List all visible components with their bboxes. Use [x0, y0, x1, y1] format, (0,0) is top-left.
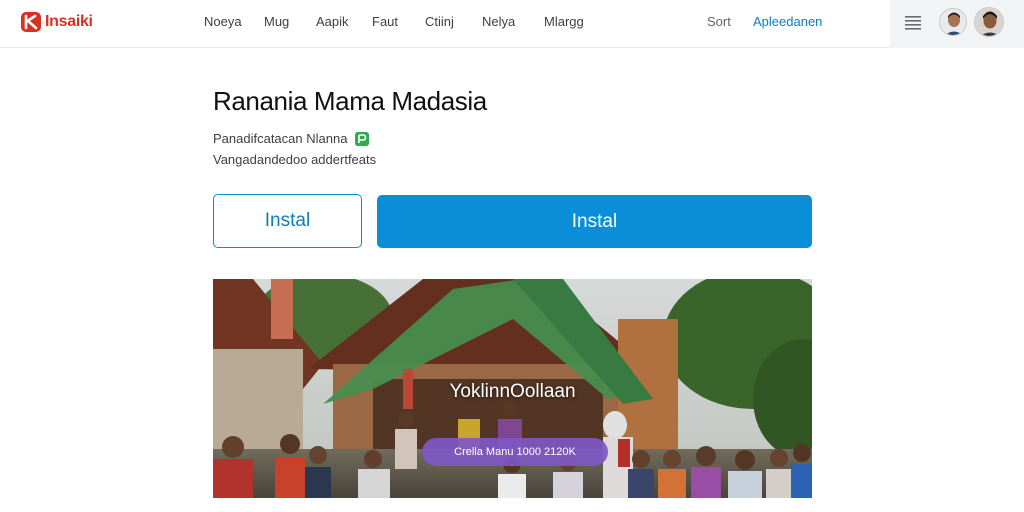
banner-pill[interactable]: Crella Manu 1000 2120K — [422, 438, 608, 466]
nav-item-5[interactable]: Ctiinj — [425, 14, 454, 29]
account-link[interactable]: Apleedanen — [753, 14, 822, 29]
page-title: Ranania Mama Madasia — [213, 86, 487, 116]
nav-item-4[interactable]: Faut — [372, 14, 398, 29]
avatar[interactable] — [939, 8, 967, 36]
install-secondary-button[interactable]: Instal — [213, 194, 362, 248]
brand-logo-icon — [21, 12, 41, 32]
nav-item-7[interactable]: Mlargg — [544, 14, 584, 29]
app-subtitle: Vangadandedoo addertfeats — [213, 152, 377, 167]
banner-title: YoklinnOollaan — [449, 381, 576, 402]
sort-link[interactable]: Sort — [707, 14, 731, 29]
nav-item-1[interactable]: Noeya — [204, 14, 242, 29]
profile-avatar[interactable] — [974, 7, 1004, 37]
brand-name: Insaiki — [45, 13, 93, 30]
nav-item-3[interactable]: Aapik — [316, 14, 349, 29]
verified-badge-icon — [355, 131, 370, 146]
feature-banner[interactable]: YoklinnOollaan Crella Manu 1000 2120K — [213, 279, 812, 498]
developer-row: Panadifcatacan Nlanna — [213, 131, 370, 146]
top-navigation-bar: Insaiki Noeya Mug Aapik Faut Ctiinj Nely… — [0, 0, 1024, 48]
install-button[interactable]: Instal — [377, 195, 812, 248]
menu-icon[interactable] — [903, 14, 923, 32]
nav-item-2[interactable]: Mug — [264, 14, 289, 29]
brand-logo[interactable]: Insaiki — [20, 11, 93, 33]
nav-item-6[interactable]: Nelya — [482, 14, 515, 29]
developer-name[interactable]: Panadifcatacan Nlanna — [213, 131, 347, 146]
